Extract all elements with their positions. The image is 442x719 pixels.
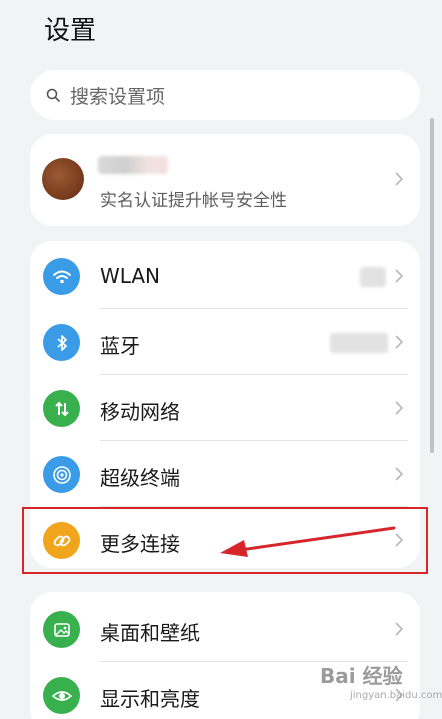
- wallpaper-icon: [43, 611, 80, 648]
- account-subtitle: 实名认证提升帐号安全性: [100, 191, 287, 211]
- chevron-right-icon: [395, 335, 404, 349]
- chevron-right-icon: [395, 622, 404, 636]
- wlan-value-redacted: [360, 267, 386, 287]
- account-card[interactable]: 实名认证提升帐号安全性: [30, 134, 420, 226]
- bluetooth-value-redacted: [330, 333, 388, 353]
- chevron-right-icon: [395, 401, 404, 415]
- settings-item-mobile-network[interactable]: 移动网络: [30, 375, 420, 441]
- chevron-right-icon: [395, 172, 404, 186]
- settings-screen: 设置 搜索设置项 实名认证提升帐号安全性 WLAN 蓝牙 移动网络 超级终端 更…: [0, 0, 442, 719]
- watermark: Bai 经验: [320, 664, 403, 688]
- settings-item-label: 超级终端: [100, 466, 180, 490]
- bluetooth-icon: [43, 324, 80, 361]
- mobile-data-icon: [43, 390, 80, 427]
- settings-item-bluetooth[interactable]: 蓝牙: [30, 309, 420, 375]
- page-title: 设置: [44, 16, 97, 46]
- settings-item-super-device[interactable]: 超级终端: [30, 441, 420, 507]
- scrollbar[interactable]: [430, 118, 434, 453]
- settings-item-wallpaper[interactable]: 桌面和壁纸: [30, 596, 420, 662]
- settings-item-label: 显示和亮度: [100, 687, 200, 711]
- settings-item-wlan[interactable]: WLAN: [30, 243, 420, 309]
- search-placeholder: 搜索设置项: [70, 85, 166, 108]
- super-device-icon: [43, 456, 80, 493]
- eye-icon: [43, 677, 80, 714]
- wifi-icon: [43, 258, 80, 295]
- settings-item-label: 桌面和壁纸: [100, 621, 200, 645]
- settings-item-label: WLAN: [100, 264, 161, 288]
- watermark-url: jingyan.baidu.com: [350, 690, 442, 701]
- annotation-arrow-icon: [220, 526, 396, 557]
- search-bar[interactable]: 搜索设置项: [30, 70, 420, 120]
- avatar: [42, 158, 84, 200]
- account-name-redacted: [98, 156, 168, 174]
- chevron-right-icon: [395, 269, 404, 283]
- chevron-right-icon: [395, 467, 404, 481]
- settings-item-label: 移动网络: [100, 400, 180, 424]
- settings-item-label: 蓝牙: [100, 334, 140, 358]
- search-icon: [46, 88, 60, 102]
